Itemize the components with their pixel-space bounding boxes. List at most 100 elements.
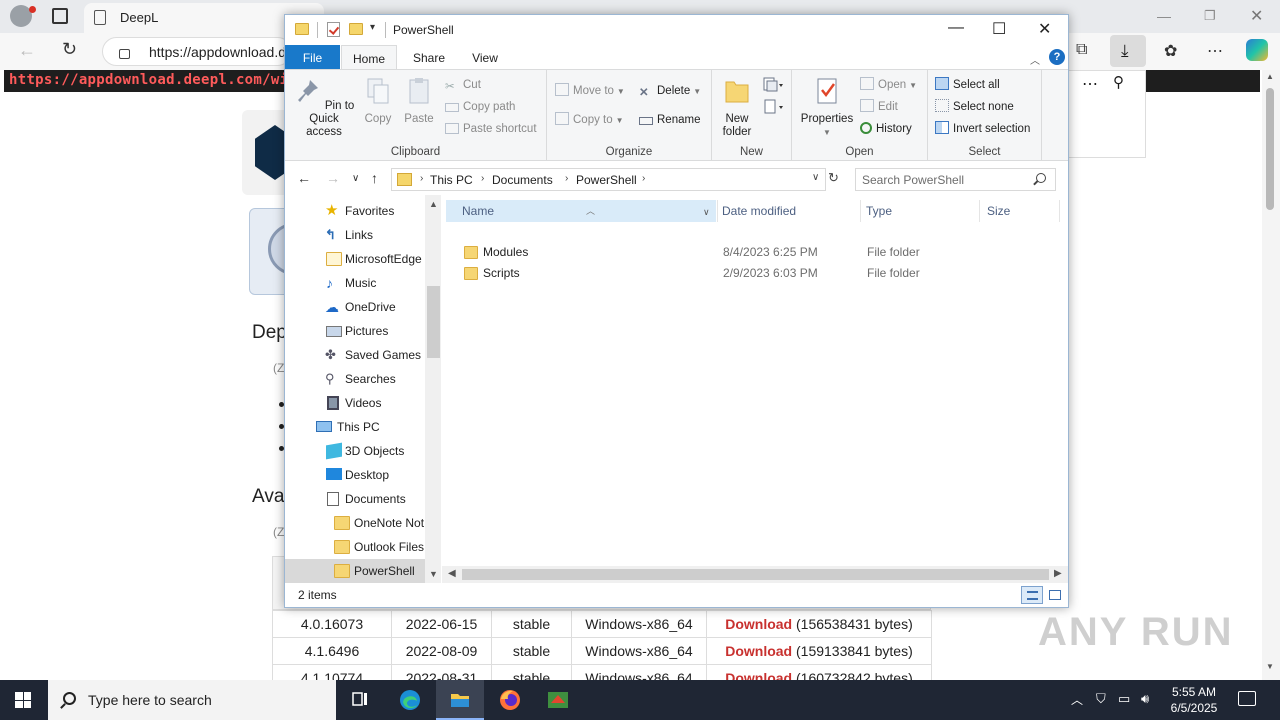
quick-access-dropdown-icon[interactable]: ▾ <box>370 22 375 33</box>
paste-shortcut-button[interactable]: Paste shortcut <box>445 120 537 138</box>
nav-item-desktop[interactable]: Desktop <box>285 463 425 487</box>
close-button[interactable]: ✕ <box>1038 19 1051 39</box>
page-scrollbar[interactable]: ▲ ▼ <box>1262 70 1280 680</box>
more-options-icon[interactable]: ⋯ <box>1207 41 1223 61</box>
search-box[interactable] <box>855 168 1056 191</box>
refresh-icon[interactable]: ↻ <box>62 39 77 60</box>
column-divider[interactable] <box>1059 200 1060 222</box>
nav-item-onedrive[interactable]: ☁ OneDrive <box>285 295 425 319</box>
copilot-icon[interactable] <box>1246 39 1268 61</box>
nav-item-links[interactable]: ↰ Links <box>285 223 425 247</box>
properties-button[interactable]: Properties ▼ <box>794 76 860 139</box>
breadcrumb-documents[interactable]: Documents <box>492 173 553 187</box>
tab-file[interactable]: File <box>285 45 340 69</box>
delete-button[interactable]: ✕ Delete ▼ <box>639 82 701 100</box>
copy-to-button[interactable]: Copy to ▼ <box>555 111 624 129</box>
scroll-right-icon[interactable]: ▶ <box>1054 568 1062 579</box>
column-name[interactable]: Name ︿ <box>446 200 716 222</box>
nav-item-favorites[interactable]: ★ Favorites <box>285 199 425 223</box>
maximize-button[interactable]: ☐ <box>992 19 1006 39</box>
nav-item-3d-objects[interactable]: 3D Objects <box>285 439 425 463</box>
details-view-button[interactable] <box>1021 586 1043 604</box>
back-arrow-icon[interactable]: ← <box>297 170 311 186</box>
volume-icon[interactable]: 🔊︎ <box>1141 691 1149 707</box>
address-dropdown-icon[interactable]: ∨ <box>812 172 819 183</box>
back-arrow-icon[interactable]: ← <box>18 40 36 61</box>
history-button[interactable]: History <box>860 120 912 138</box>
recent-locations-icon[interactable]: ∨ <box>352 173 359 184</box>
nav-item-outlook-files[interactable]: Outlook Files <box>285 535 425 559</box>
tab-home[interactable]: Home <box>341 45 397 69</box>
column-divider[interactable] <box>717 200 718 222</box>
download-link[interactable]: Download <box>725 670 792 680</box>
address-bar[interactable]: › This PC › Documents › PowerShell › ∨ <box>391 168 826 191</box>
column-size[interactable]: Size <box>987 200 1057 222</box>
file-row-scripts[interactable]: Scripts 2/9/2023 6:03 PM File folder <box>446 263 1062 284</box>
browser-close-button[interactable]: ✕ <box>1250 6 1263 26</box>
nav-pane-scrollbar[interactable]: ▲ ▼ <box>425 195 441 583</box>
cut-button[interactable]: ✂ Cut <box>445 76 481 94</box>
scroll-thumb[interactable] <box>1266 88 1274 210</box>
nav-item-powershell[interactable]: PowerShell <box>285 559 425 583</box>
breadcrumb-this-pc[interactable]: This PC <box>430 173 473 187</box>
nav-item-this-pc[interactable]: This PC <box>285 415 425 439</box>
extensions-icon[interactable]: ✿ <box>1164 41 1177 61</box>
file-row-modules[interactable]: Modules 8/4/2023 6:25 PM File folder <box>446 242 1062 263</box>
new-item-icon[interactable] <box>762 76 784 94</box>
browser-address-bar[interactable]: https://appdownload.d <box>102 37 292 66</box>
collapse-ribbon-icon[interactable]: ︿ <box>1030 52 1040 67</box>
column-divider[interactable] <box>979 200 980 222</box>
scroll-up-icon[interactable]: ▲ <box>1266 72 1274 81</box>
firefox-taskbar-button[interactable] <box>486 680 534 720</box>
taskbar-search[interactable]: Type here to search <box>48 680 336 720</box>
minimize-button[interactable]: — <box>948 19 964 37</box>
network-icon[interactable]: ▭ <box>1118 691 1130 707</box>
app-taskbar-button[interactable] <box>534 680 582 720</box>
new-folder-quick-icon[interactable] <box>349 23 363 35</box>
nav-item-onenote[interactable]: OneNote Not <box>285 511 425 535</box>
up-arrow-icon[interactable]: ↑ <box>371 170 378 186</box>
nav-item-microsoftedge[interactable]: MicrosoftEdge <box>285 247 425 271</box>
nav-item-pictures[interactable]: Pictures <box>285 319 425 343</box>
search-icon[interactable] <box>1036 173 1046 183</box>
clock[interactable]: 5:55 AM 6/5/2025 <box>1166 684 1222 716</box>
security-icon[interactable]: ⛉ <box>1096 691 1106 707</box>
rename-button[interactable]: Rename <box>639 111 700 129</box>
collections-icon[interactable]: ⧉ <box>1076 41 1087 59</box>
column-filter-dropdown-icon[interactable]: ∨ <box>703 207 710 218</box>
forward-arrow-icon[interactable]: → <box>326 170 340 186</box>
tab-view[interactable]: View <box>465 45 505 69</box>
column-type[interactable]: Type <box>866 200 976 222</box>
scroll-left-icon[interactable]: ◀ <box>448 568 456 579</box>
help-icon[interactable]: ? <box>1049 49 1065 65</box>
column-date-modified[interactable]: Date modified <box>722 200 857 222</box>
browser-minimize-button[interactable]: — <box>1157 8 1171 24</box>
nav-item-searches[interactable]: ⚲ Searches <box>285 367 425 391</box>
invert-selection-button[interactable]: Invert selection <box>935 120 1030 138</box>
nav-item-saved-games[interactable]: ✤ Saved Games <box>285 343 425 367</box>
scroll-thumb[interactable] <box>462 569 1049 580</box>
select-all-button[interactable]: Select all <box>935 76 1000 94</box>
open-button[interactable]: Open ▼ <box>860 76 917 94</box>
edge-taskbar-button[interactable] <box>386 680 434 720</box>
properties-quick-icon[interactable] <box>327 22 340 37</box>
panel-more-icon[interactable]: ⋯ <box>1082 74 1098 94</box>
move-to-button[interactable]: Move to ▼ <box>555 82 625 100</box>
paste-button[interactable]: Paste <box>402 76 436 126</box>
downloads-button[interactable]: ⤓ <box>1110 35 1146 67</box>
select-none-button[interactable]: Select none <box>935 98 1014 116</box>
new-folder-button[interactable]: New folder <box>714 76 760 139</box>
scroll-down-icon[interactable]: ▼ <box>429 569 438 579</box>
scroll-thumb[interactable] <box>427 286 440 358</box>
large-icons-view-button[interactable] <box>1043 586 1065 604</box>
tab-share[interactable]: Share <box>409 45 449 69</box>
nav-item-music[interactable]: ♪ Music <box>285 271 425 295</box>
download-link[interactable]: Download <box>725 643 792 659</box>
task-view-button[interactable] <box>336 680 384 720</box>
nav-item-videos[interactable]: Videos <box>285 391 425 415</box>
copy-button[interactable]: Copy <box>361 76 395 126</box>
notification-center-icon[interactable] <box>1238 691 1256 706</box>
nav-item-documents[interactable]: Documents <box>285 487 425 511</box>
scroll-up-icon[interactable]: ▲ <box>429 199 438 209</box>
pin-quick-access-button[interactable]: Pin to Quick access <box>291 76 357 139</box>
